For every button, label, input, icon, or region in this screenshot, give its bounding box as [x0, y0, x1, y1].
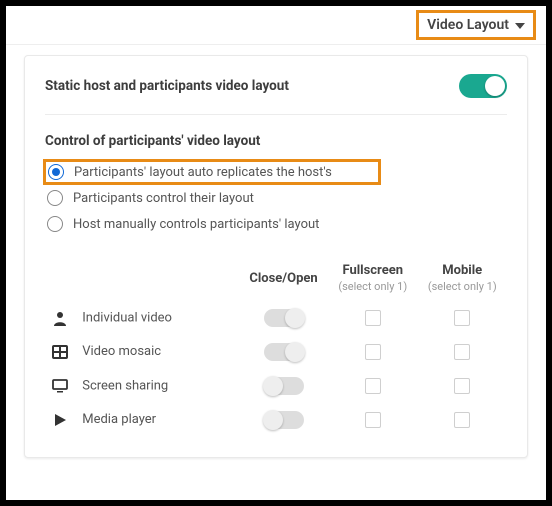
feature-table: Close/Open Fullscreen (select only 1) Mo…: [45, 255, 507, 437]
radio-participants-control[interactable]: Participants control their layout: [45, 185, 507, 211]
video-layout-dropdown-label: Video Layout: [427, 17, 509, 33]
col-close-open: Close/Open: [239, 255, 328, 301]
table-row: Individual video: [45, 301, 507, 335]
radio-label: Host manually controls participants' lay…: [73, 217, 319, 232]
control-section-title: Control of participants' video layout: [45, 133, 507, 149]
col-mobile: Mobile (select only 1): [417, 255, 507, 301]
toggle-knob: [485, 76, 505, 96]
feature-label: Video mosaic: [82, 344, 161, 359]
table-row: Media player: [45, 403, 507, 437]
person-icon: [49, 310, 71, 326]
mosaic-close-open-toggle[interactable]: [264, 343, 304, 361]
radio-label: Participants' layout auto replicates the…: [74, 165, 332, 180]
radio-icon: [47, 190, 63, 206]
top-bar: Video Layout: [6, 6, 546, 45]
radio-auto-replicate[interactable]: Participants' layout auto replicates the…: [43, 159, 381, 185]
table-row: Screen sharing: [45, 369, 507, 403]
screen-close-open-toggle[interactable]: [264, 377, 304, 395]
radio-icon: [47, 216, 63, 232]
static-layout-toggle[interactable]: [459, 74, 507, 98]
radio-icon: [48, 164, 64, 180]
screen-mobile-checkbox[interactable]: [454, 378, 470, 394]
col-fullscreen: Fullscreen (select only 1): [328, 255, 417, 301]
monitor-icon: [49, 378, 71, 394]
grid-icon: [49, 345, 71, 360]
feature-label: Screen sharing: [82, 378, 168, 393]
individual-mobile-checkbox[interactable]: [454, 310, 470, 326]
video-layout-dropdown[interactable]: Video Layout: [416, 10, 536, 40]
screen-fullscreen-checkbox[interactable]: [365, 378, 381, 394]
play-icon: [49, 413, 71, 428]
mosaic-fullscreen-checkbox[interactable]: [365, 344, 381, 360]
mosaic-mobile-checkbox[interactable]: [454, 344, 470, 360]
individual-close-open-toggle[interactable]: [264, 309, 304, 327]
radio-label: Participants control their layout: [73, 191, 254, 206]
caret-down-icon: [515, 17, 525, 33]
settings-panel: Static host and participants video layou…: [24, 55, 528, 458]
media-mobile-checkbox[interactable]: [454, 412, 470, 428]
individual-fullscreen-checkbox[interactable]: [365, 310, 381, 326]
media-close-open-toggle[interactable]: [264, 411, 304, 429]
table-row: Video mosaic: [45, 335, 507, 369]
radio-host-controls[interactable]: Host manually controls participants' lay…: [45, 211, 507, 237]
media-fullscreen-checkbox[interactable]: [365, 412, 381, 428]
static-layout-label: Static host and participants video layou…: [45, 78, 289, 94]
feature-label: Individual video: [82, 310, 172, 325]
static-layout-row: Static host and participants video layou…: [45, 74, 507, 115]
feature-label: Media player: [82, 412, 156, 427]
